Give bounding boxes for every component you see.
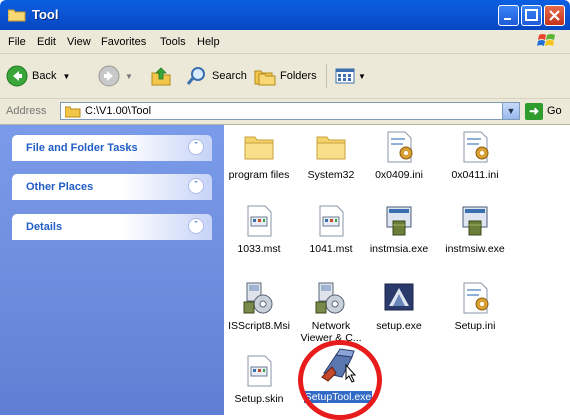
back-label: Back: [32, 70, 57, 82]
file-item[interactable]: program files: [220, 129, 298, 181]
search-icon: [186, 67, 205, 85]
folders-button[interactable]: Folders: [254, 54, 317, 98]
task-title: Details: [26, 221, 63, 233]
task-pane: File and Folder Tasks ˇ Other Places ˇ D…: [0, 125, 224, 415]
address-label: Address: [6, 105, 47, 117]
menu-help[interactable]: Help: [197, 36, 220, 48]
address-bar: Address C:\V1.00\Tool ▼ ➜ Go: [0, 99, 570, 125]
back-dropdown-icon[interactable]: ▼: [62, 72, 70, 81]
installer-exe-icon: [386, 206, 412, 236]
file-name: System32: [307, 169, 355, 181]
folders-icon: [254, 70, 276, 86]
task-details[interactable]: Details ˇ: [12, 214, 212, 240]
toolbar: Back ▼ ▼ Search Folders ▼: [0, 54, 570, 99]
file-item[interactable]: ISScript8.Msi: [220, 280, 298, 332]
go-label: Go: [547, 105, 562, 117]
mst-file-icon: [319, 205, 344, 237]
toolbar-separator: [326, 64, 327, 88]
file-item[interactable]: 1041.mst: [292, 203, 370, 255]
file-name: instmsia.exe: [369, 243, 429, 255]
task-title: File and Folder Tasks: [26, 142, 138, 154]
skin-file-icon: [247, 355, 272, 387]
file-name: 0x0411.ini: [451, 169, 499, 181]
task-other-places[interactable]: Other Places ˇ: [12, 174, 212, 200]
file-item[interactable]: instmsiw.exe: [436, 203, 514, 255]
title-bar[interactable]: Tool: [0, 0, 570, 30]
up-folder-button[interactable]: [150, 54, 172, 98]
menu-bar: File Edit View Favorites Tools Help: [0, 30, 570, 54]
file-name: Setup.skin: [234, 393, 284, 405]
go-button[interactable]: ➜ Go: [525, 103, 565, 120]
menu-favorites[interactable]: Favorites: [101, 36, 146, 48]
file-name: program files: [228, 169, 290, 181]
menu-file[interactable]: File: [8, 36, 26, 48]
up-folder-icon: [151, 67, 171, 86]
file-name: Setup.ini: [454, 320, 496, 332]
forward-dropdown-icon[interactable]: ▼: [125, 72, 133, 81]
search-button[interactable]: Search: [186, 54, 247, 98]
file-name: 0x0409.ini: [375, 169, 423, 181]
forward-button[interactable]: ▼: [98, 54, 133, 98]
task-file-and-folder-tasks[interactable]: File and Folder Tasks ˇ: [12, 135, 212, 161]
go-arrow-icon: ➜: [525, 103, 543, 120]
file-item[interactable]: instmsia.exe: [360, 203, 438, 255]
windows-logo-icon: [537, 34, 555, 46]
ini-file-icon: [387, 131, 413, 163]
folder-icon: [244, 136, 274, 160]
file-name: ISScript8.Msi: [228, 320, 290, 332]
window-title: Tool: [32, 7, 59, 22]
file-item[interactable]: 0x0409.ini: [360, 129, 438, 181]
maximize-icon: [525, 9, 538, 21]
views-button[interactable]: ▼: [334, 54, 366, 98]
back-button[interactable]: Back ▼: [6, 54, 70, 98]
file-item[interactable]: Setup.skin: [220, 353, 298, 405]
minimize-button[interactable]: [498, 5, 519, 26]
file-item[interactable]: Setup.ini: [436, 280, 514, 332]
ini-file-icon: [463, 131, 489, 163]
installer-exe-icon: [462, 206, 488, 236]
msi-package-icon: [243, 282, 273, 314]
file-view: program files System32 0x0409.ini 0x0411…: [224, 125, 570, 415]
folder-icon: [8, 9, 26, 22]
highlight-circle: [298, 340, 382, 420]
file-item[interactable]: Network Viewer & C...: [292, 280, 370, 344]
chevron-down-icon[interactable]: ˇ: [188, 178, 204, 194]
file-item[interactable]: 1033.mst: [220, 203, 298, 255]
file-name: instmsiw.exe: [445, 243, 505, 255]
explorer-window: Tool File Edit View Favorites Tools Help: [0, 0, 570, 420]
file-name: setup.exe: [376, 320, 422, 332]
address-dropdown-button[interactable]: ▼: [502, 103, 519, 119]
views-icon: [335, 68, 355, 84]
mst-file-icon: [247, 205, 272, 237]
folders-label: Folders: [280, 70, 317, 82]
close-button[interactable]: [544, 5, 565, 26]
menu-view[interactable]: View: [67, 36, 91, 48]
task-title: Other Places: [26, 181, 94, 193]
back-arrow-icon: [6, 65, 28, 87]
forward-arrow-icon: [98, 65, 120, 87]
views-dropdown-icon[interactable]: ▼: [358, 72, 366, 81]
address-path: C:\V1.00\Tool: [85, 105, 152, 117]
file-item[interactable]: setup.exe: [360, 280, 438, 332]
file-name: 1033.mst: [237, 243, 281, 255]
chevron-down-icon[interactable]: ˇ: [188, 139, 204, 155]
close-icon: [549, 10, 560, 21]
menu-tools[interactable]: Tools: [160, 36, 186, 48]
address-input[interactable]: C:\V1.00\Tool ▼: [60, 102, 520, 120]
folder-icon: [65, 106, 81, 118]
search-label: Search: [212, 70, 247, 82]
menu-edit[interactable]: Edit: [37, 36, 56, 48]
maximize-button[interactable]: [521, 5, 542, 26]
file-item[interactable]: 0x0411.ini: [436, 129, 514, 181]
setup-exe-icon: [384, 283, 414, 311]
msi-package-icon: [315, 282, 345, 314]
file-item[interactable]: System32: [292, 129, 370, 181]
minimize-icon: [504, 18, 511, 20]
folder-icon: [316, 136, 346, 160]
file-name: 1041.mst: [309, 243, 353, 255]
ini-file-icon: [463, 282, 489, 314]
chevron-down-icon[interactable]: ˇ: [188, 218, 204, 234]
